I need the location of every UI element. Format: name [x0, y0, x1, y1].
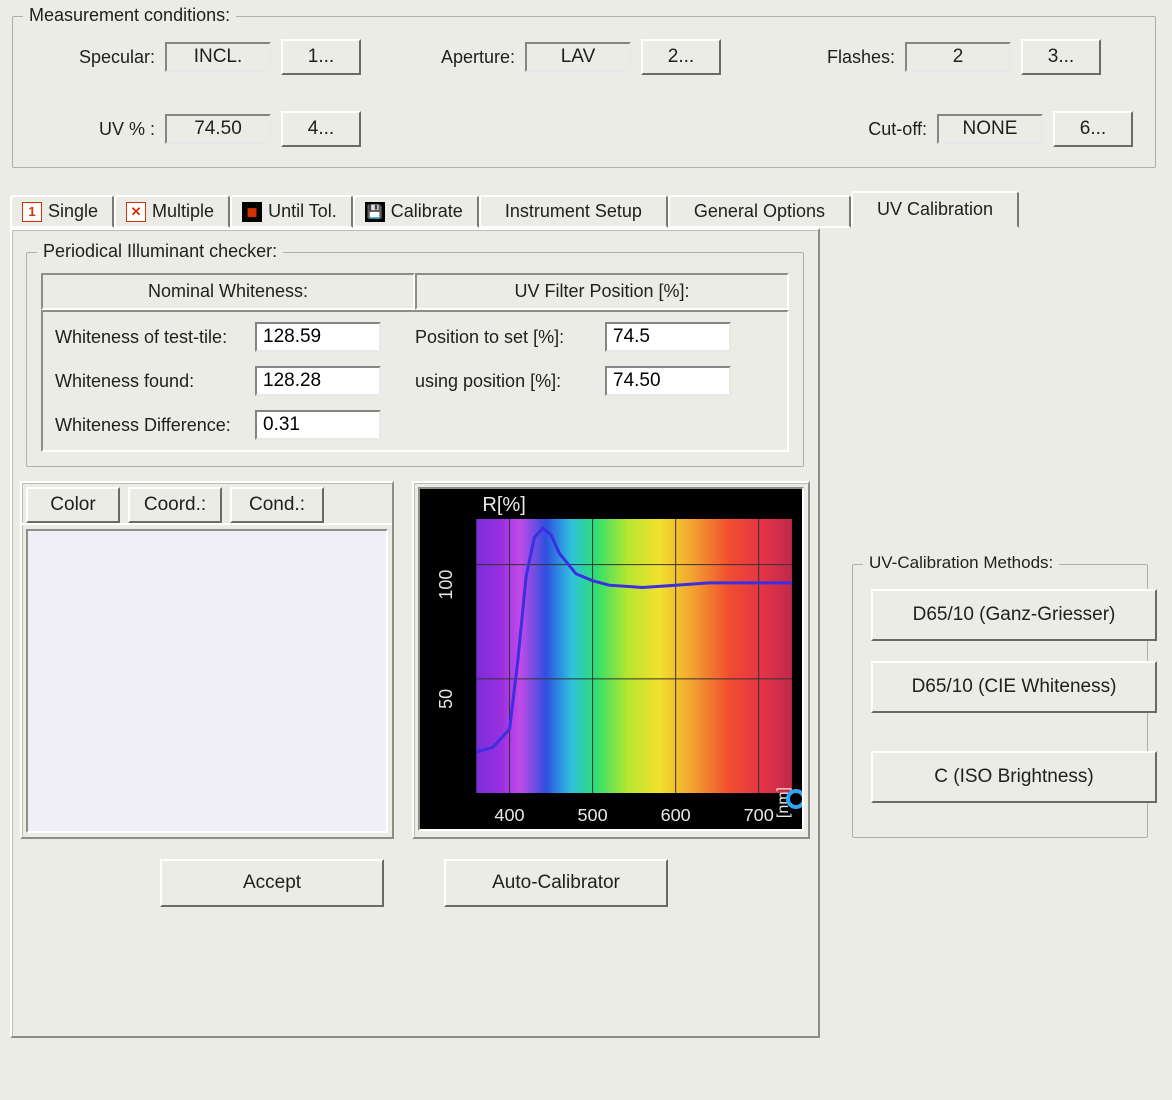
tab-single[interactable]: 1 Single [10, 195, 114, 228]
reflectance-plot: R[%]50100400500600700[nm] [418, 487, 804, 831]
uv-methods-legend: UV-Calibration Methods: [863, 553, 1059, 573]
subtab-color[interactable]: Color [26, 487, 120, 523]
flashes-value: 2 [905, 42, 1011, 72]
tab-instrument-setup[interactable]: Instrument Setup [479, 195, 668, 228]
color-swatch [26, 529, 388, 833]
flashes-label: Flashes: [805, 47, 895, 68]
specular-edit-button[interactable]: 1... [281, 39, 361, 75]
whiteness-test-tile-input[interactable] [255, 322, 381, 352]
swatch-subtabbar: Color Coord.: Cond.: [22, 483, 392, 525]
tab-instrument-setup-label: Instrument Setup [505, 201, 642, 222]
measurement-conditions-group: Measurement conditions: Specular: INCL. … [12, 16, 1156, 168]
tab-multiple[interactable]: ✕ Multiple [114, 195, 230, 228]
uv-methods-panel: UV-Calibration Methods: D65/10 (Ganz-Gri… [844, 552, 1156, 846]
whiteness-found-label: Whiteness found: [55, 371, 255, 392]
cutoff-edit-button[interactable]: 6... [1053, 111, 1133, 147]
measurement-conditions-legend: Measurement conditions: [23, 5, 236, 26]
spectrum-panel: R[%]50100400500600700[nm] [412, 481, 810, 839]
method-ganz-griesser-button[interactable]: D65/10 (Ganz-Griesser) [871, 589, 1157, 641]
single-icon: 1 [22, 202, 42, 222]
checker-col-left: Nominal Whiteness: [41, 273, 415, 310]
tab-multiple-label: Multiple [152, 201, 214, 222]
checker-rows: Whiteness of test-tile: Position to set … [41, 310, 789, 452]
tab-single-label: Single [48, 201, 98, 222]
aperture-edit-button[interactable]: 2... [641, 39, 721, 75]
tab-until-tol-label: Until Tol. [268, 201, 337, 222]
multiple-icon: ✕ [126, 202, 146, 222]
cutoff-label: Cut-off: [837, 119, 927, 140]
aperture-label: Aperture: [425, 47, 515, 68]
svg-text:700: 700 [744, 805, 774, 825]
svg-text:100: 100 [436, 570, 456, 600]
tab-calibrate-label: Calibrate [391, 201, 463, 222]
main-tabbar: 1 Single ✕ Multiple ◼ Until Tol. 💾 Calib… [10, 192, 1170, 228]
illuminant-checker-group: Periodical Illuminant checker: Nominal W… [26, 252, 804, 467]
uvpct-value: 74.50 [165, 114, 271, 144]
reflectance-plot-svg: R[%]50100400500600700[nm] [420, 489, 802, 829]
auto-calibrator-button[interactable]: Auto-Calibrator [444, 859, 668, 907]
position-to-set-input[interactable] [605, 322, 731, 352]
accept-button[interactable]: Accept [160, 859, 384, 907]
svg-text:400: 400 [494, 805, 524, 825]
svg-text:50: 50 [436, 689, 456, 709]
aperture-value: LAV [525, 42, 631, 72]
whiteness-test-tile-label: Whiteness of test-tile: [55, 327, 255, 348]
uvpct-label: UV % : [65, 119, 155, 140]
svg-text:600: 600 [661, 805, 691, 825]
subtab-coord[interactable]: Coord.: [128, 487, 222, 523]
action-row: Accept Auto-Calibrator [20, 839, 810, 907]
tab-uv-calibration-label: UV Calibration [877, 199, 993, 220]
conditions-grid: Specular: INCL. 1... Aperture: LAV 2... … [27, 29, 1141, 153]
whiteness-diff-label: Whiteness Difference: [55, 415, 255, 436]
whiteness-found-input[interactable] [255, 366, 381, 396]
until-tol-icon: ◼ [242, 202, 262, 222]
uv-methods-group: UV-Calibration Methods: D65/10 (Ganz-Gri… [852, 564, 1148, 838]
specular-label: Specular: [65, 47, 155, 68]
position-to-set-label: Position to set [%]: [415, 327, 605, 348]
tab-general-options[interactable]: General Options [668, 195, 851, 228]
calibrate-icon: 💾 [365, 202, 385, 222]
checker-header: Nominal Whiteness: UV Filter Position [%… [41, 273, 789, 310]
tab-until-tol[interactable]: ◼ Until Tol. [230, 195, 353, 228]
tab-general-options-label: General Options [694, 201, 825, 222]
uvpct-edit-button[interactable]: 4... [281, 111, 361, 147]
svg-text:500: 500 [578, 805, 608, 825]
subtab-cond[interactable]: Cond.: [230, 487, 324, 523]
uv-calibration-tab-body: Periodical Illuminant checker: Nominal W… [10, 228, 820, 1038]
tab-calibrate[interactable]: 💾 Calibrate [353, 195, 479, 228]
using-position-input[interactable] [605, 366, 731, 396]
using-position-label: using position [%]: [415, 371, 605, 392]
whiteness-diff-input[interactable] [255, 410, 381, 440]
specular-value: INCL. [165, 42, 271, 72]
swatch-panel: Color Coord.: Cond.: [20, 481, 394, 839]
method-iso-brightness-button[interactable]: C (ISO Brightness) [871, 751, 1157, 803]
svg-text:R[%]: R[%] [482, 494, 526, 516]
tab-uv-calibration[interactable]: UV Calibration [851, 191, 1019, 228]
illuminant-checker-legend: Periodical Illuminant checker: [37, 241, 283, 262]
checker-col-right: UV Filter Position [%]: [415, 273, 789, 310]
method-cie-whiteness-button[interactable]: D65/10 (CIE Whiteness) [871, 661, 1157, 713]
flashes-edit-button[interactable]: 3... [1021, 39, 1101, 75]
cutoff-value: NONE [937, 114, 1043, 144]
mid-area: Color Coord.: Cond.: R[%] 50 100 400 500 600 7… [20, 481, 810, 839]
